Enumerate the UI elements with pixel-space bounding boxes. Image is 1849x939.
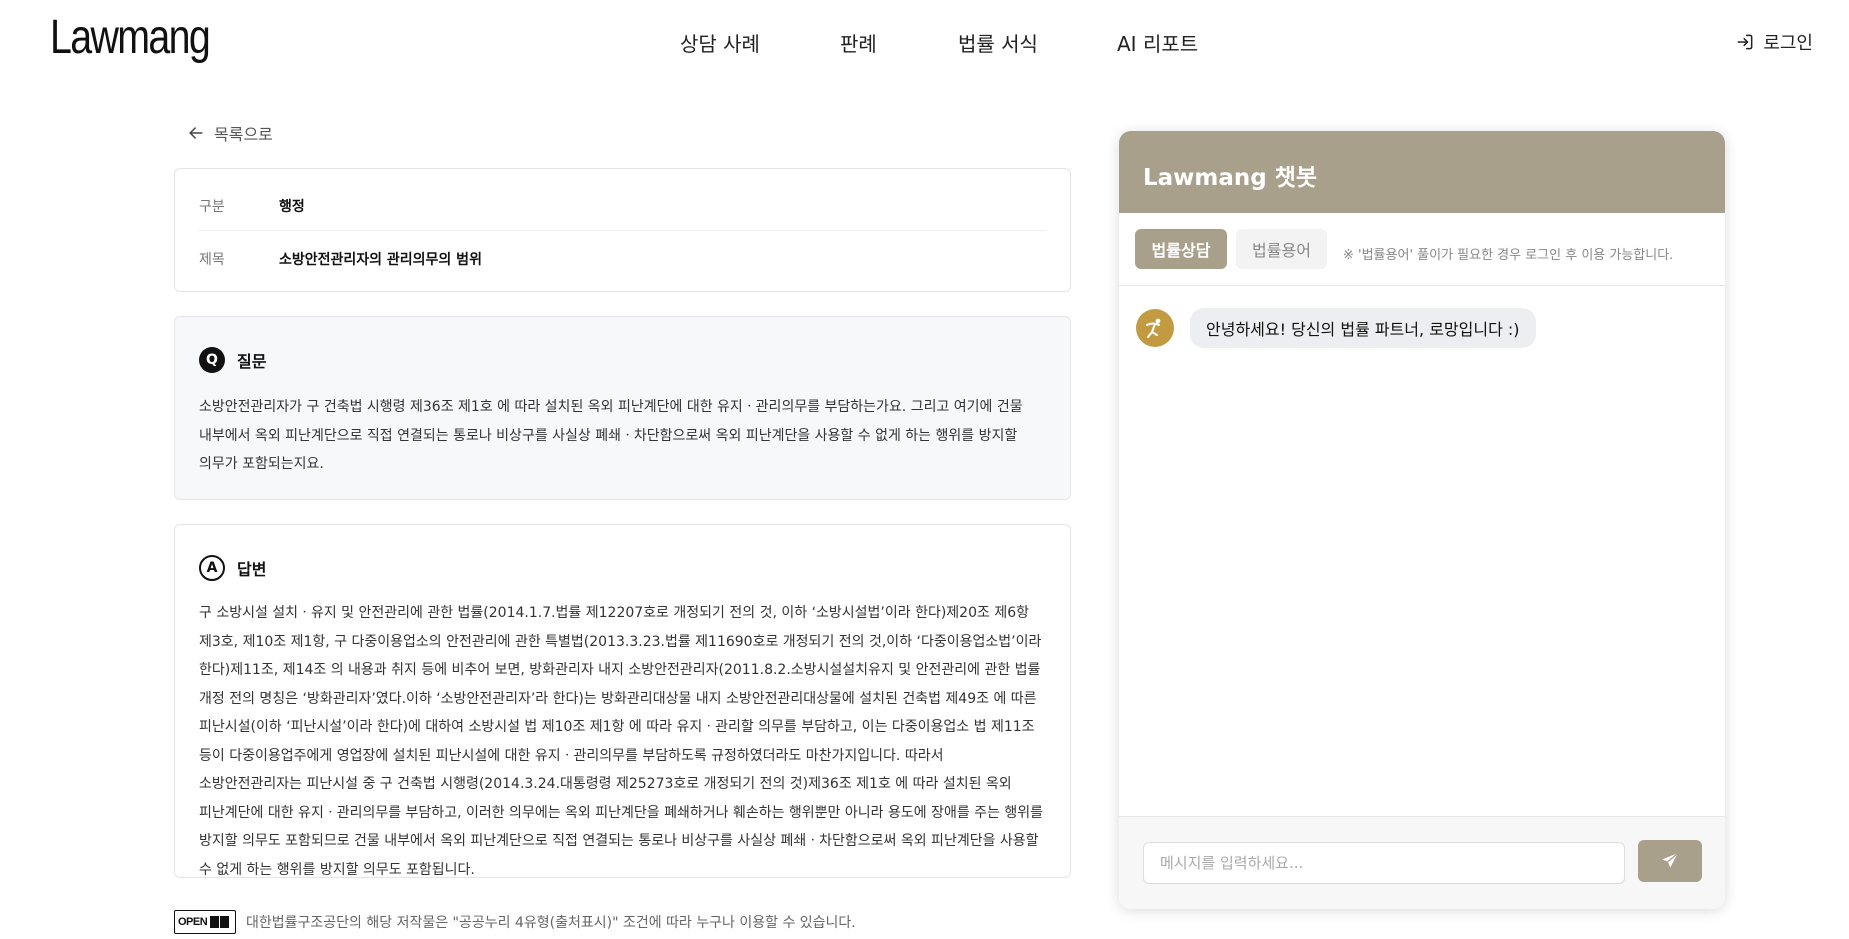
- answer-header: A 답변: [199, 555, 266, 581]
- back-label: 목록으로: [214, 125, 273, 144]
- nav-item-precedents[interactable]: 판례: [840, 28, 877, 57]
- answer-card: A 답변 구 소방시설 설치ㆍ유지 및 안전관리에 관한 법률(2014.1.7…: [174, 524, 1071, 878]
- tab-note: ※ '법률용어' 풀이가 필요한 경우 로그인 후 이용 가능합니다.: [1343, 248, 1674, 263]
- question-badge-icon: Q: [199, 347, 225, 373]
- case-title: 소방안전관리자의 관리의무의 범위: [279, 252, 482, 268]
- license-text: 대한법률구조공단의 해당 저작물은 "공공누리 4유형(출처표시)" 조건에 따…: [246, 915, 856, 931]
- send-icon: [1662, 852, 1679, 868]
- login-icon: [1737, 34, 1753, 50]
- answer-badge-icon: A: [199, 555, 225, 581]
- chat-message-input[interactable]: [1143, 842, 1625, 884]
- chatbot-panel: Lawmang 챗봇 법률상담 법률용어 ※ '법률용어' 풀이가 필요한 경우…: [1119, 131, 1725, 909]
- open-license-badge-icon: OPEN: [174, 910, 236, 934]
- question-text: 소방안전관리자가 구 건축법 시행령 제36조 제1호 에 따라 설치된 옥외 …: [199, 399, 1023, 472]
- back-to-list-link[interactable]: 목록으로: [186, 121, 273, 145]
- main-nav: 상담 사례 판례 법률 서식 AI 리포트: [0, 28, 1849, 58]
- category-value: 행정: [279, 199, 305, 215]
- nav-item-consultation-cases[interactable]: 상담 사례: [680, 28, 760, 57]
- answer-text: 구 소방시설 설치ㆍ유지 및 안전관리에 관한 법률(2014.1.7.법률 제…: [199, 605, 1043, 878]
- open-badge-label: OPEN: [178, 916, 208, 928]
- chatbot-header: Lawmang 챗봇: [1119, 131, 1725, 213]
- title-row: 제목 소방안전관리자의 관리의무의 범위: [199, 248, 1046, 270]
- bot-message-bubble: 안녕하세요! 당신의 법률 파트너, 로망입니다 :): [1190, 308, 1536, 348]
- login-label: 로그인: [1763, 33, 1813, 54]
- question-card: Q 질문 소방안전관리자가 구 건축법 시행령 제36조 제1호 에 따라 설치…: [174, 316, 1071, 500]
- tab-legal-terms[interactable]: 법률용어: [1236, 229, 1327, 269]
- category-key: 구분: [199, 199, 225, 215]
- case-meta-card: 구분 행정 제목 소방안전관리자의 관리의무의 범위: [174, 168, 1071, 292]
- chatbot-title: Lawmang 챗봇: [1143, 165, 1318, 191]
- divider: [199, 230, 1046, 231]
- login-button[interactable]: 로그인: [1735, 29, 1813, 55]
- nav-item-ai-report[interactable]: AI 리포트: [1117, 28, 1198, 57]
- arrow-left-icon: [189, 127, 203, 139]
- send-button[interactable]: [1638, 840, 1702, 882]
- license-notice: OPEN 대한법률구조공단의 해당 저작물은 "공공누리 4유형(출처표시)" …: [174, 910, 856, 934]
- answer-heading: 답변: [237, 560, 267, 579]
- title-key: 제목: [199, 252, 225, 268]
- avatar-logo-icon: [1146, 318, 1161, 338]
- avatar: [1136, 309, 1174, 347]
- question-header: Q 질문: [199, 347, 266, 373]
- tab-legal-consultation[interactable]: 법률상담: [1135, 229, 1227, 269]
- nav-item-legal-forms[interactable]: 법률 서식: [958, 28, 1038, 57]
- bot-message: 안녕하세요! 당신의 법률 파트너, 로망입니다 :): [1136, 308, 1536, 348]
- category-row: 구분 행정: [199, 195, 1046, 217]
- top-header: Lawmang 상담 사례 판례 법률 서식 AI 리포트 로그인: [0, 0, 1849, 82]
- chatbot-tabs: 법률상담 법률용어 ※ '법률용어' 풀이가 필요한 경우 로그인 후 이용 가…: [1119, 213, 1725, 286]
- chat-input-area: [1119, 816, 1725, 909]
- question-heading: 질문: [237, 352, 267, 371]
